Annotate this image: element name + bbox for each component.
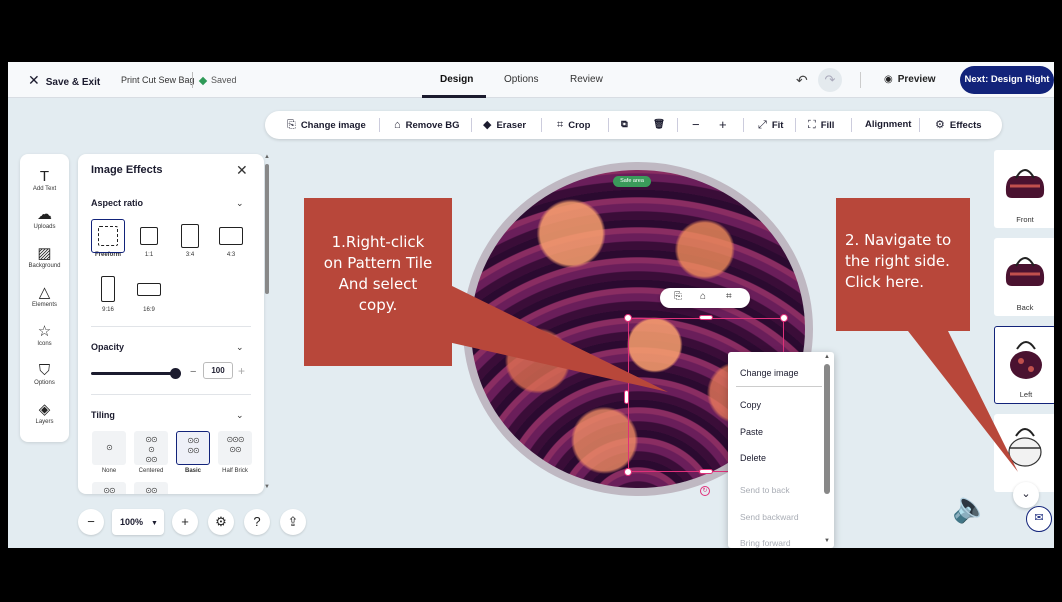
callout-2-pointer (908, 331, 1018, 472)
callout-1-pointer (448, 284, 668, 392)
callout-right-click: 1.Right-click on Pattern Tile And select… (304, 198, 452, 366)
callout-line: on Pattern Tile (323, 254, 433, 272)
callout-line: 1.Right-click (331, 233, 425, 251)
callout-line: 2. Navigate to (845, 231, 952, 249)
speaker-icon[interactable]: 🔈 (952, 490, 989, 525)
callout-line: Click here. (845, 273, 925, 291)
chevron-down-icon[interactable]: ⌄ (1013, 482, 1039, 508)
callout-line: copy. (358, 296, 398, 314)
callout-line: And select (338, 275, 418, 293)
app-frame: ✕ Save & Exit Print Cut Sew Bag Saved Des… (8, 62, 1054, 548)
callout-navigate: 2. Navigate to the right side. Click her… (836, 198, 970, 331)
chat-icon[interactable]: ✉ (1026, 506, 1052, 532)
callout-line: the right side. (845, 252, 950, 270)
